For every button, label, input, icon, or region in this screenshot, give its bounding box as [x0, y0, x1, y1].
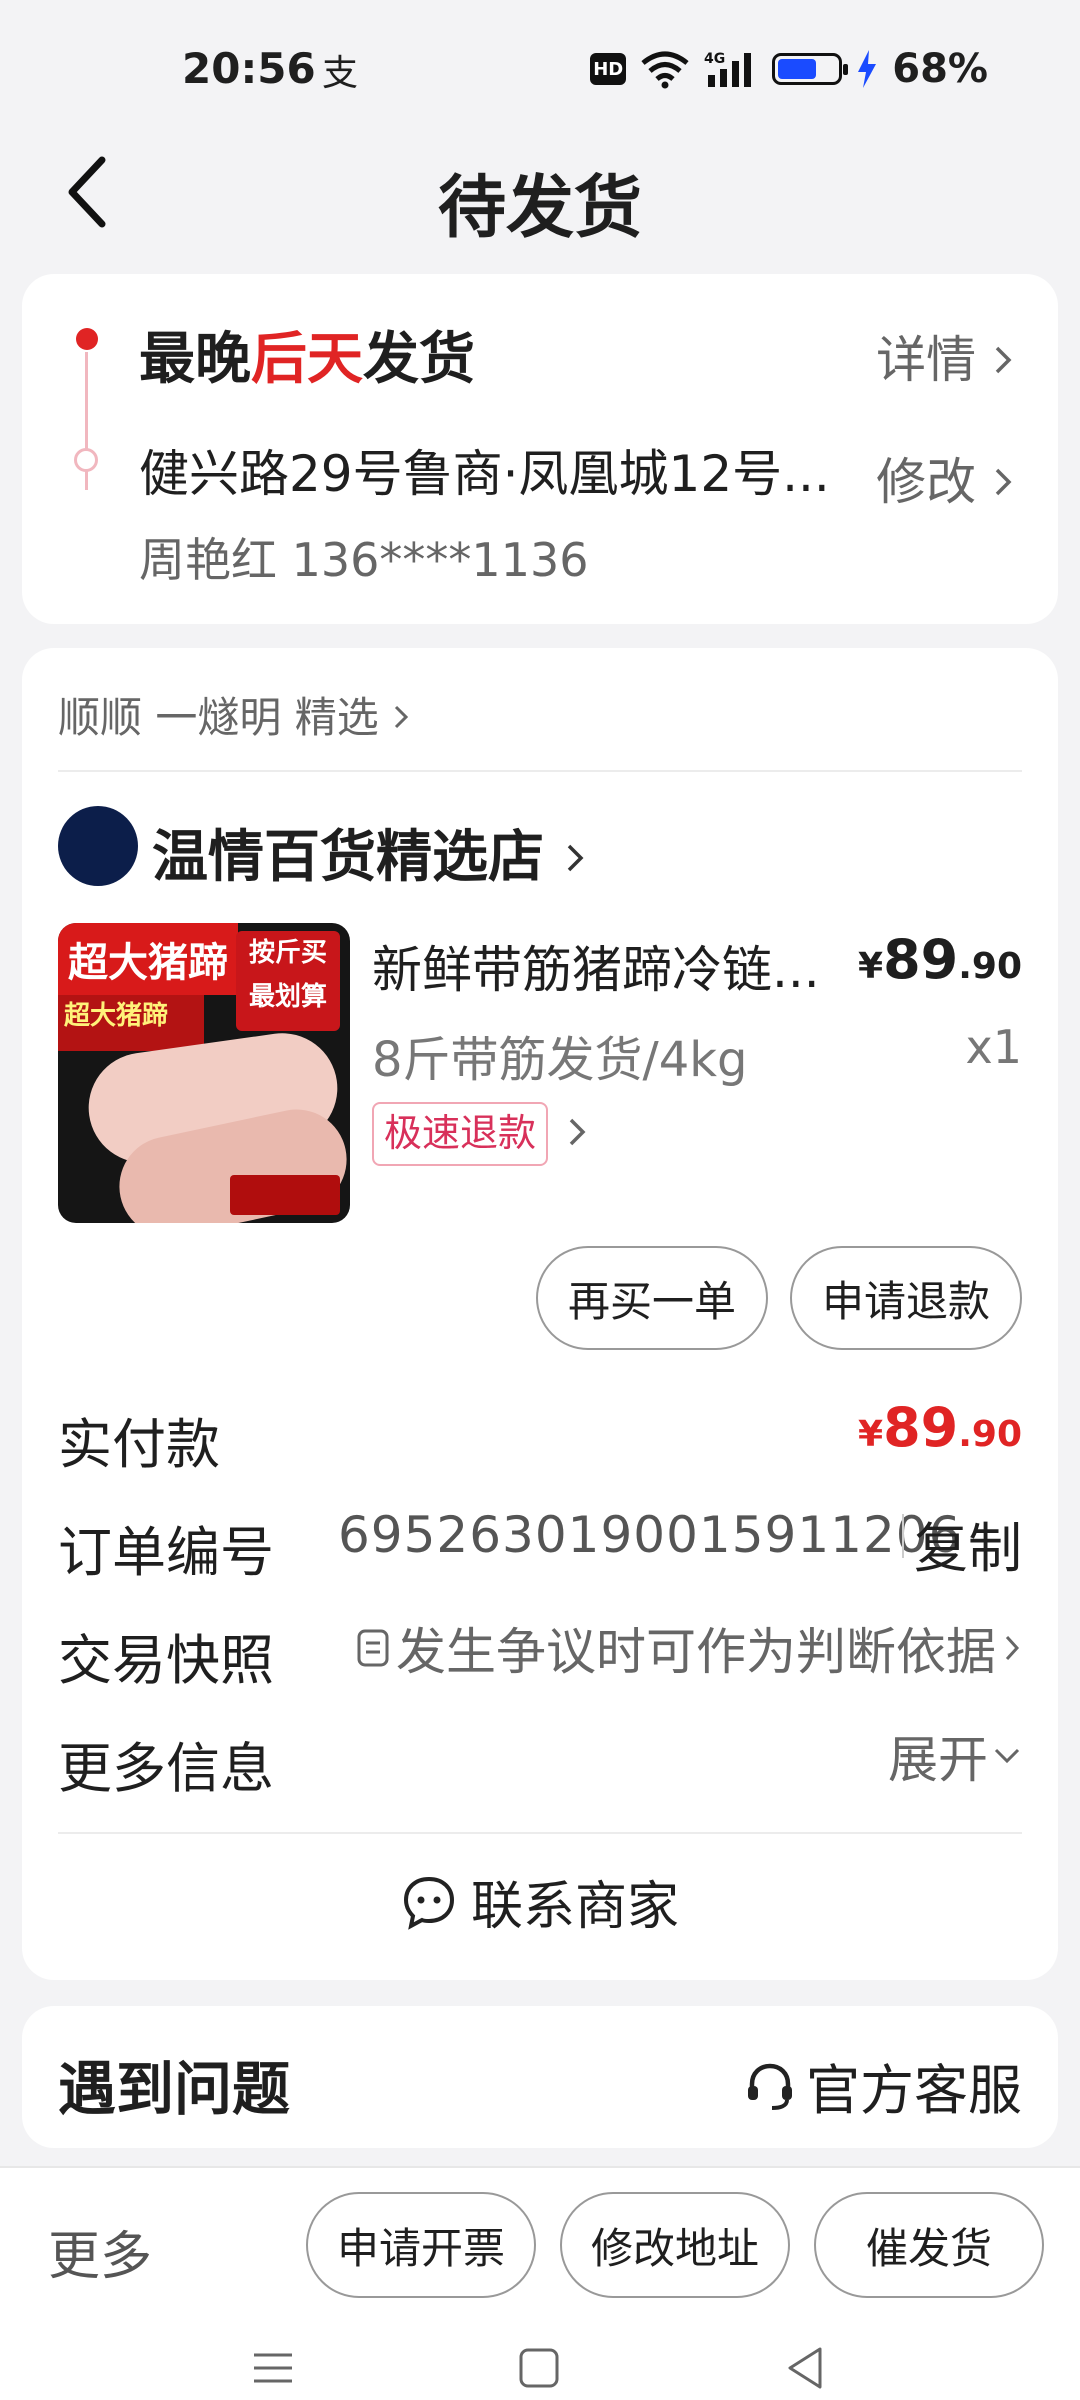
signal-4g-icon: 4G [704, 51, 752, 87]
shop-name: 温情百货精选店 [152, 825, 544, 890]
recipient-contact: 周艳红 136****1136 [139, 533, 589, 587]
product-spec: 8斤带筋发货/4kg [372, 1032, 748, 1088]
shipping-card: 最晚后天发货 详情 健兴路29号鲁商·凤凰城12号... 修改 周艳红 136*… [22, 274, 1058, 624]
chevron-right-icon [995, 346, 1012, 374]
price-integer: 89 [883, 928, 959, 991]
chevron-right-icon [395, 705, 409, 729]
urge-shipping-button[interactable]: 催发货 [814, 2192, 1044, 2298]
chevron-right-icon [1005, 1635, 1020, 1661]
modify-label: 修改 [876, 453, 977, 511]
product-image-tag [230, 1175, 340, 1215]
brand-line-link[interactable]: 顺顺 一燧明 精选 [58, 684, 410, 745]
snapshot-text: 发生争议时可作为判断依据 [396, 1623, 996, 1681]
shipping-address: 健兴路29号鲁商·凤凰城12号... [139, 445, 830, 503]
shipping-detail-link[interactable]: 详情 [876, 320, 1014, 392]
product-name[interactable]: 新鲜带筋猪蹄冷链... [372, 930, 842, 1002]
trade-snapshot-link[interactable]: 发生争议时可作为判断依据 [356, 1612, 1022, 1684]
battery-fill [778, 59, 816, 79]
image-side-line-1: 按斤买 [248, 938, 327, 968]
status-time: 20:56 [182, 44, 316, 93]
official-service-link[interactable]: 官方客服 [742, 2046, 1022, 2125]
battery-percent: 68% [892, 46, 988, 92]
rebuy-button[interactable]: 再买一单 [536, 1246, 768, 1350]
battery-icon [772, 53, 849, 85]
shipping-title-highlight: 后天 [251, 327, 363, 392]
product-image-sub: 超大猪蹄 [58, 995, 204, 1051]
order-card: 顺顺 一燧明 精选 温情百货精选店 超大猪蹄 超大猪蹄 按斤买 最划算 新鲜带筋… [22, 648, 1058, 1980]
order-number: 6952630190015911206 [338, 1506, 962, 1564]
headset-icon [748, 2063, 792, 2110]
shipping-deadline: 最晚后天发货 [139, 314, 475, 395]
charging-icon [858, 50, 877, 88]
divider [58, 1832, 1022, 1834]
shop-avatar[interactable] [58, 806, 138, 886]
request-refund-button[interactable]: 申请退款 [790, 1246, 1022, 1350]
product-price: ¥89.90 [858, 928, 1022, 991]
price-symbol: ¥ [858, 946, 884, 987]
snapshot-label: 交易快照 [58, 1629, 274, 1692]
status-bar: 20:56 支 HD 4G 68% [0, 0, 1080, 130]
brand-line-label: 顺顺 一燧明 精选 [58, 693, 379, 742]
page-title: 待发货 [437, 169, 642, 248]
paid-label: 实付款 [58, 1413, 220, 1476]
wifi-icon [641, 51, 689, 89]
product-image[interactable]: 超大猪蹄 超大猪蹄 按斤买 最划算 [58, 923, 350, 1223]
back-nav-icon[interactable] [780, 2338, 830, 2398]
paid-symbol: ¥ [858, 1414, 884, 1455]
battery-cap [843, 64, 849, 75]
chevron-down-icon [994, 1748, 1020, 1764]
change-address-button[interactable]: 修改地址 [560, 2192, 790, 2298]
document-icon [357, 1629, 389, 1667]
bottom-action-bar: 更多 申请开票 修改地址 催发货 [0, 2166, 1080, 2400]
paid-integer: 89 [883, 1396, 959, 1459]
order-number-label: 订单编号 [58, 1521, 274, 1584]
menu-nav-icon[interactable] [248, 2338, 298, 2398]
product-image-banner: 超大猪蹄 [58, 923, 238, 995]
chevron-right-icon[interactable] [562, 1102, 592, 1162]
shop-name-link[interactable]: 温情百货精选店 [152, 812, 586, 893]
copy-button[interactable]: 复制 [914, 1504, 1022, 1583]
shipping-title-prefix: 最晚 [139, 327, 251, 392]
shipping-title-suffix: 发货 [363, 327, 475, 392]
paid-decimal: .90 [958, 1414, 1022, 1455]
divider [58, 770, 1022, 772]
request-invoice-button[interactable]: 申请开票 [306, 2192, 536, 2298]
chevron-right-icon [995, 468, 1012, 496]
timeline-dot [76, 328, 98, 350]
copy-separator [902, 1514, 904, 1558]
order-detail-page: 20:56 支 HD 4G 68% 待发货 最晚后天发货 详情 健兴路29号鲁商… [0, 0, 1080, 2400]
shipping-detail-label: 详情 [876, 331, 977, 389]
alipay-notification-icon: 支 [322, 53, 359, 94]
page-header: 待发货 [0, 140, 1080, 250]
paid-amount: ¥89.90 [858, 1396, 1022, 1459]
chevron-right-icon [567, 844, 583, 872]
svg-text:4G: 4G [704, 51, 725, 67]
expand-button[interactable]: 展开 [888, 1720, 1022, 1792]
price-decimal: .90 [958, 946, 1022, 987]
fast-refund-badge[interactable]: 极速退款 [372, 1102, 549, 1166]
status-icons: HD 4G 68% [590, 44, 988, 94]
contact-seller-button[interactable]: 联系商家 [22, 1864, 1058, 1939]
product-quantity: x1 [965, 1020, 1023, 1074]
chat-bubble-icon [403, 1876, 454, 1930]
image-side-line-2: 最划算 [248, 982, 327, 1012]
problems-card: 遇到问题 官方客服 [22, 2006, 1058, 2148]
more-actions-button[interactable]: 更多 [48, 2214, 152, 2289]
modify-address-link[interactable]: 修改 [876, 442, 1014, 514]
contact-seller-label: 联系商家 [470, 1877, 679, 1937]
official-service-label: 官方客服 [806, 2059, 1022, 2122]
product-image-side: 按斤买 最划算 [236, 931, 340, 1031]
home-nav-icon[interactable] [514, 2338, 564, 2398]
more-info-label: 更多信息 [58, 1737, 274, 1800]
expand-label: 展开 [888, 1731, 988, 1789]
hd-icon: HD [590, 53, 627, 85]
problems-title: 遇到问题 [58, 2055, 291, 2123]
timeline-ring [74, 448, 98, 472]
